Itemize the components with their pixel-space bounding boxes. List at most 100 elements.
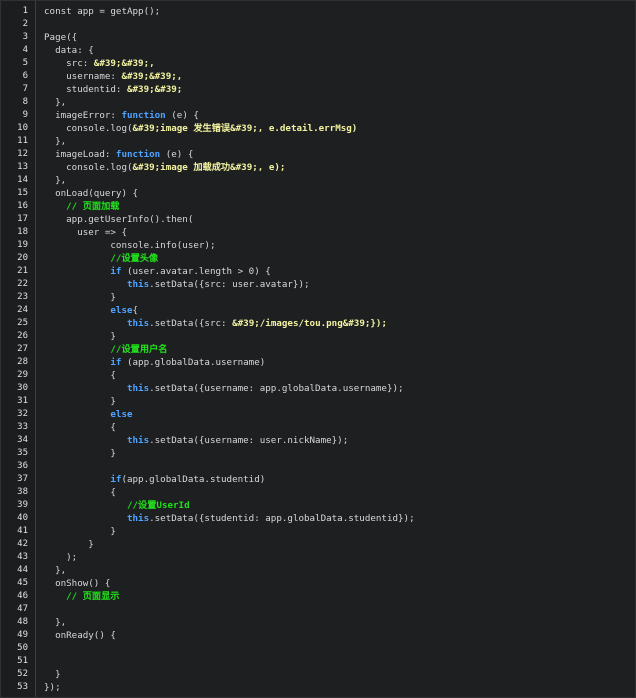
code-line[interactable]: 4 data: { [0, 44, 636, 57]
line-number: 25 [17, 318, 28, 328]
line-number: 46 [17, 591, 28, 601]
line-number: 43 [17, 552, 28, 562]
code-token: //设置用户名 [44, 344, 168, 355]
line-number: 24 [17, 305, 28, 315]
line-number: 36 [17, 461, 28, 471]
code-line[interactable]: 5 src: &#39;&#39;, [0, 57, 636, 70]
code-text: //设置用户名 [44, 343, 167, 356]
code-text: } [44, 291, 116, 304]
code-line[interactable]: 45 onShow() { [0, 577, 636, 590]
code-token: this [44, 513, 150, 524]
code-line[interactable]: 12 imageLoad: function (e) { [0, 148, 636, 161]
code-line[interactable]: 36 [0, 460, 636, 473]
code-line[interactable]: 28 if (app.globalData.username) [0, 356, 636, 369]
line-number: 8 [22, 97, 28, 107]
line-number: 1 [22, 6, 28, 16]
code-line[interactable]: 51 [0, 655, 636, 668]
code-line[interactable]: 46 // 页面显示 [0, 590, 636, 603]
code-line[interactable]: 27 //设置用户名 [0, 343, 636, 356]
code-token: }, [44, 97, 67, 108]
code-token: } [44, 396, 116, 407]
code-text: if(app.globalData.studentid) [44, 473, 265, 486]
code-line[interactable]: 38 { [0, 486, 636, 499]
code-token: else [44, 305, 133, 316]
code-line[interactable]: 47 [0, 603, 636, 616]
code-line[interactable]: 9 imageError: function (e) { [0, 109, 636, 122]
code-line[interactable]: 23 } [0, 291, 636, 304]
code-line[interactable]: 8 }, [0, 96, 636, 109]
line-number: 4 [22, 45, 28, 55]
code-line[interactable]: 3 Page({ [0, 31, 636, 44]
code-token: } [44, 331, 116, 342]
code-line[interactable]: 20 //设置头像 [0, 252, 636, 265]
code-line[interactable]: 43 ); [0, 551, 636, 564]
code-text: //设置头像 [44, 252, 158, 265]
code-lines[interactable]: 1 const app = getApp(); 2 3 Page({4 data: {5… [0, 5, 636, 694]
code-text: } [44, 447, 116, 460]
line-number: 6 [22, 71, 28, 81]
code-line[interactable]: 53}); [0, 681, 636, 694]
code-line[interactable]: 41 } [0, 525, 636, 538]
line-number: 50 [17, 643, 28, 653]
code-line[interactable]: 33 { [0, 421, 636, 434]
code-line[interactable]: 30 this.setData({username: app.globalDat… [0, 382, 636, 395]
code-line[interactable]: 18 user => { [0, 226, 636, 239]
code-token: &#39;/images/tou.png&#39;}); [232, 318, 387, 329]
code-line[interactable]: 42 } [0, 538, 636, 551]
code-line[interactable]: 17 app.getUserInfo().then( [0, 213, 636, 226]
line-number: 44 [17, 565, 28, 575]
code-token: //设置头像 [44, 253, 159, 264]
code-line[interactable]: 52 } [0, 668, 636, 681]
code-line[interactable]: 31 } [0, 395, 636, 408]
code-token: else [44, 409, 133, 420]
code-editor[interactable]: 1 const app = getApp(); 2 3 Page({4 data: {5… [0, 0, 636, 698]
code-token: Page({ [44, 32, 78, 43]
code-line[interactable]: 11 }, [0, 135, 636, 148]
code-line[interactable]: 26 } [0, 330, 636, 343]
code-text: // 页面加载 [44, 200, 119, 213]
line-number: 23 [17, 292, 28, 302]
code-line[interactable]: 48 }, [0, 616, 636, 629]
code-line[interactable]: 10 console.log(&#39;image 发生错误&#39;, e.d… [0, 122, 636, 135]
code-token: } [44, 448, 116, 459]
code-token: username: [44, 71, 122, 82]
code-line[interactable]: 49 onReady() { [0, 629, 636, 642]
code-line[interactable]: 16 // 页面加载 [0, 200, 636, 213]
code-line[interactable]: 50 [0, 642, 636, 655]
code-token: &#39;image 加载成功&#39;, e); [132, 162, 286, 173]
code-text: console.log(&#39;image 发生错误&#39;, e.deta… [44, 122, 357, 135]
code-line[interactable]: 14 }, [0, 174, 636, 187]
line-number: 51 [17, 656, 28, 666]
code-text: console.log(&#39;image 加载成功&#39;, e); [44, 161, 285, 174]
code-text: }, [44, 174, 66, 187]
code-text: ); [44, 551, 77, 564]
code-line[interactable]: 13 console.log(&#39;image 加载成功&#39;, e); [0, 161, 636, 174]
code-line[interactable]: 6 username: &#39;&#39;, [0, 70, 636, 83]
line-number: 26 [17, 331, 28, 341]
code-line[interactable]: 44 }, [0, 564, 636, 577]
code-line[interactable]: 2 [0, 18, 636, 31]
code-line[interactable]: 19 console.info(user); [0, 239, 636, 252]
code-line[interactable]: 25 this.setData({src: &#39;/images/tou.p… [0, 317, 636, 330]
code-line[interactable]: 29 { [0, 369, 636, 382]
line-number: 32 [17, 409, 28, 419]
code-line[interactable]: 32 else [0, 408, 636, 421]
code-text: this.setData({username: user.nickName}); [44, 434, 348, 447]
line-number: 45 [17, 578, 28, 588]
line-number: 3 [22, 32, 28, 42]
line-number: 20 [17, 253, 28, 263]
code-line[interactable]: 1 const app = getApp(); [0, 5, 636, 18]
code-line[interactable]: 37 if(app.globalData.studentid) [0, 473, 636, 486]
code-line[interactable]: 35 } [0, 447, 636, 460]
code-token: this [44, 318, 150, 329]
code-line[interactable]: 7 studentid: &#39;&#39; [0, 83, 636, 96]
code-line[interactable]: 39 //设置UserId [0, 499, 636, 512]
code-line[interactable]: 24 else{ [0, 304, 636, 317]
code-text: } [44, 395, 116, 408]
code-line[interactable]: 40 this.setData({studentid: app.globalDa… [0, 512, 636, 525]
code-line[interactable]: 21 if (user.avatar.length > 0) { [0, 265, 636, 278]
code-token: // 页面显示 [44, 591, 120, 602]
code-line[interactable]: 22 this.setData({src: user.avatar}); [0, 278, 636, 291]
code-line[interactable]: 15 onLoad(query) { [0, 187, 636, 200]
code-line[interactable]: 34 this.setData({username: user.nickName… [0, 434, 636, 447]
